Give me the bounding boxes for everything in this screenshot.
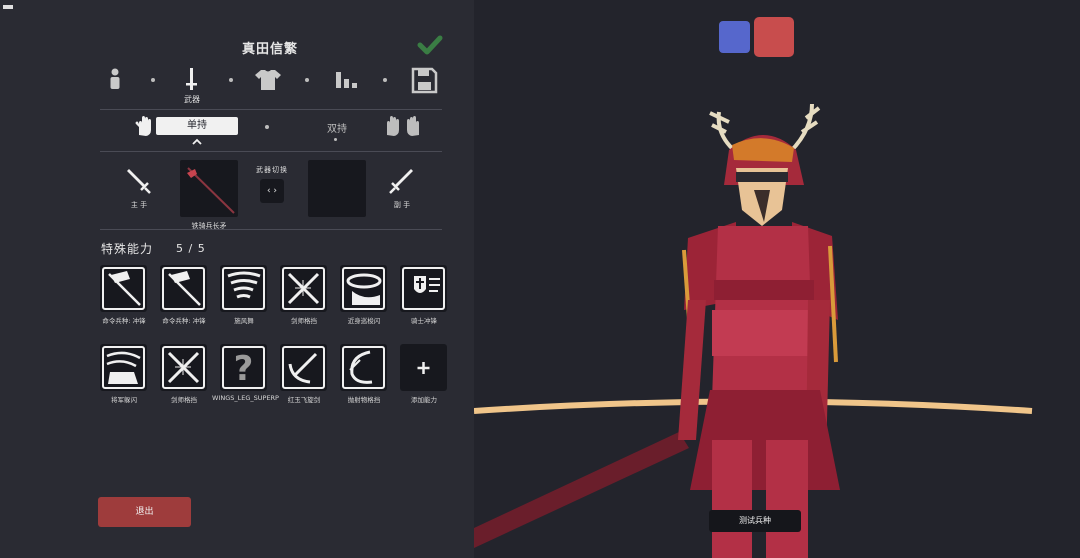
ability-label: 施风舞 [234,317,254,325]
flag-command-icon [102,267,145,310]
ability-label: 红玉飞旋剑 [287,396,321,404]
ability-label: 将军躲闪 [111,396,137,404]
main-hand-sword-icon[interactable] [124,168,152,196]
step-dot [305,78,309,82]
main-weapon-slot[interactable] [180,160,238,217]
divider [100,151,442,152]
ability-label: 剑师格挡 [291,317,317,325]
sword-icon[interactable] [177,66,207,96]
unit-name[interactable]: 真田信繁 [200,38,340,57]
abilities-count: 5 / 5 [176,242,206,255]
step-dot [151,78,155,82]
ability-label: 添加能力 [411,396,437,404]
ability-slot[interactable] [400,265,447,312]
projectile-block-icon [342,346,385,389]
ability-label: 骑士冲锋 [411,317,437,325]
off-hand-weapon-slot[interactable] [308,160,366,217]
crossed-swords-icon [282,267,325,310]
ability-slot[interactable]: ? [220,344,267,391]
ability-slot[interactable] [160,265,207,312]
ability-label: 抛射物格挡 [347,396,381,404]
ability-slot[interactable] [280,265,327,312]
bar-stats-icon[interactable] [333,66,363,96]
menu-indicator-icon[interactable] [3,5,13,9]
single-hand-icon[interactable] [134,115,154,137]
plus-icon [417,362,430,374]
ability-label: WINGS_LEG_SUPERP [212,394,279,402]
ability-label: 近身巡梭闪 [347,317,381,325]
spinning-blade-icon [282,346,325,389]
flag-command-icon [162,267,205,310]
tab-weapons-label: 武器 [184,95,200,104]
shirt-icon[interactable] [253,66,283,96]
spear-weapon-icon [187,167,235,214]
question-mark-icon: ? [222,346,265,389]
ability-slot[interactable] [340,344,387,391]
single-grip-button[interactable]: 单持 [156,117,238,135]
floppy-save-icon[interactable] [410,66,440,96]
crossed-swords-icon [162,346,205,389]
divider [100,229,442,230]
ability-label: 命令兵种: 冲锋 [102,317,146,325]
ability-slot[interactable] [280,344,327,391]
step-dot [229,78,233,82]
ability-slot[interactable] [100,344,147,391]
off-hand-sword-icon[interactable] [388,168,416,196]
weapon-swap-label: 武器切换 [256,166,288,174]
ability-slot[interactable] [160,344,207,391]
shield-charge-icon [402,267,445,310]
off-hand-label: 副 手 [393,201,411,209]
spear-shaft [474,432,689,548]
svg-text:?: ? [234,349,254,389]
dual-grip-button[interactable]: 双持 [320,120,354,135]
confirm-check-icon[interactable] [417,34,443,56]
samurai-unit-model [474,103,1033,558]
ability-slot[interactable] [100,265,147,312]
general-dodge-icon [102,346,145,389]
ability-label: 命令兵种: 冲锋 [162,317,206,325]
weapon-swap-button[interactable]: ‹ › [260,179,284,203]
person-icon[interactable] [105,68,135,98]
unit-preview-viewport[interactable] [474,0,1080,558]
exit-button[interactable]: 退出 [98,497,191,527]
ability-slot[interactable] [220,265,267,312]
grip-indicator-dot [334,138,337,141]
ability-label: 剑师格挡 [171,396,197,404]
special-abilities-title: 特殊能力 [101,242,154,256]
main-hand-label: 主 手 [130,201,148,209]
chevron-up-icon [192,138,202,145]
add-ability-button[interactable] [400,344,447,391]
tornado-icon [222,267,265,310]
team-red-button[interactable] [754,17,794,57]
dash-ring-icon [342,267,385,310]
ability-slot[interactable] [340,265,387,312]
team-blue-button[interactable] [719,21,750,53]
dual-hands-icon[interactable] [384,115,422,137]
step-dot [383,78,387,82]
divider [100,109,442,110]
grip-dot [265,125,269,129]
test-unit-button[interactable]: 测试兵种 [709,510,801,532]
